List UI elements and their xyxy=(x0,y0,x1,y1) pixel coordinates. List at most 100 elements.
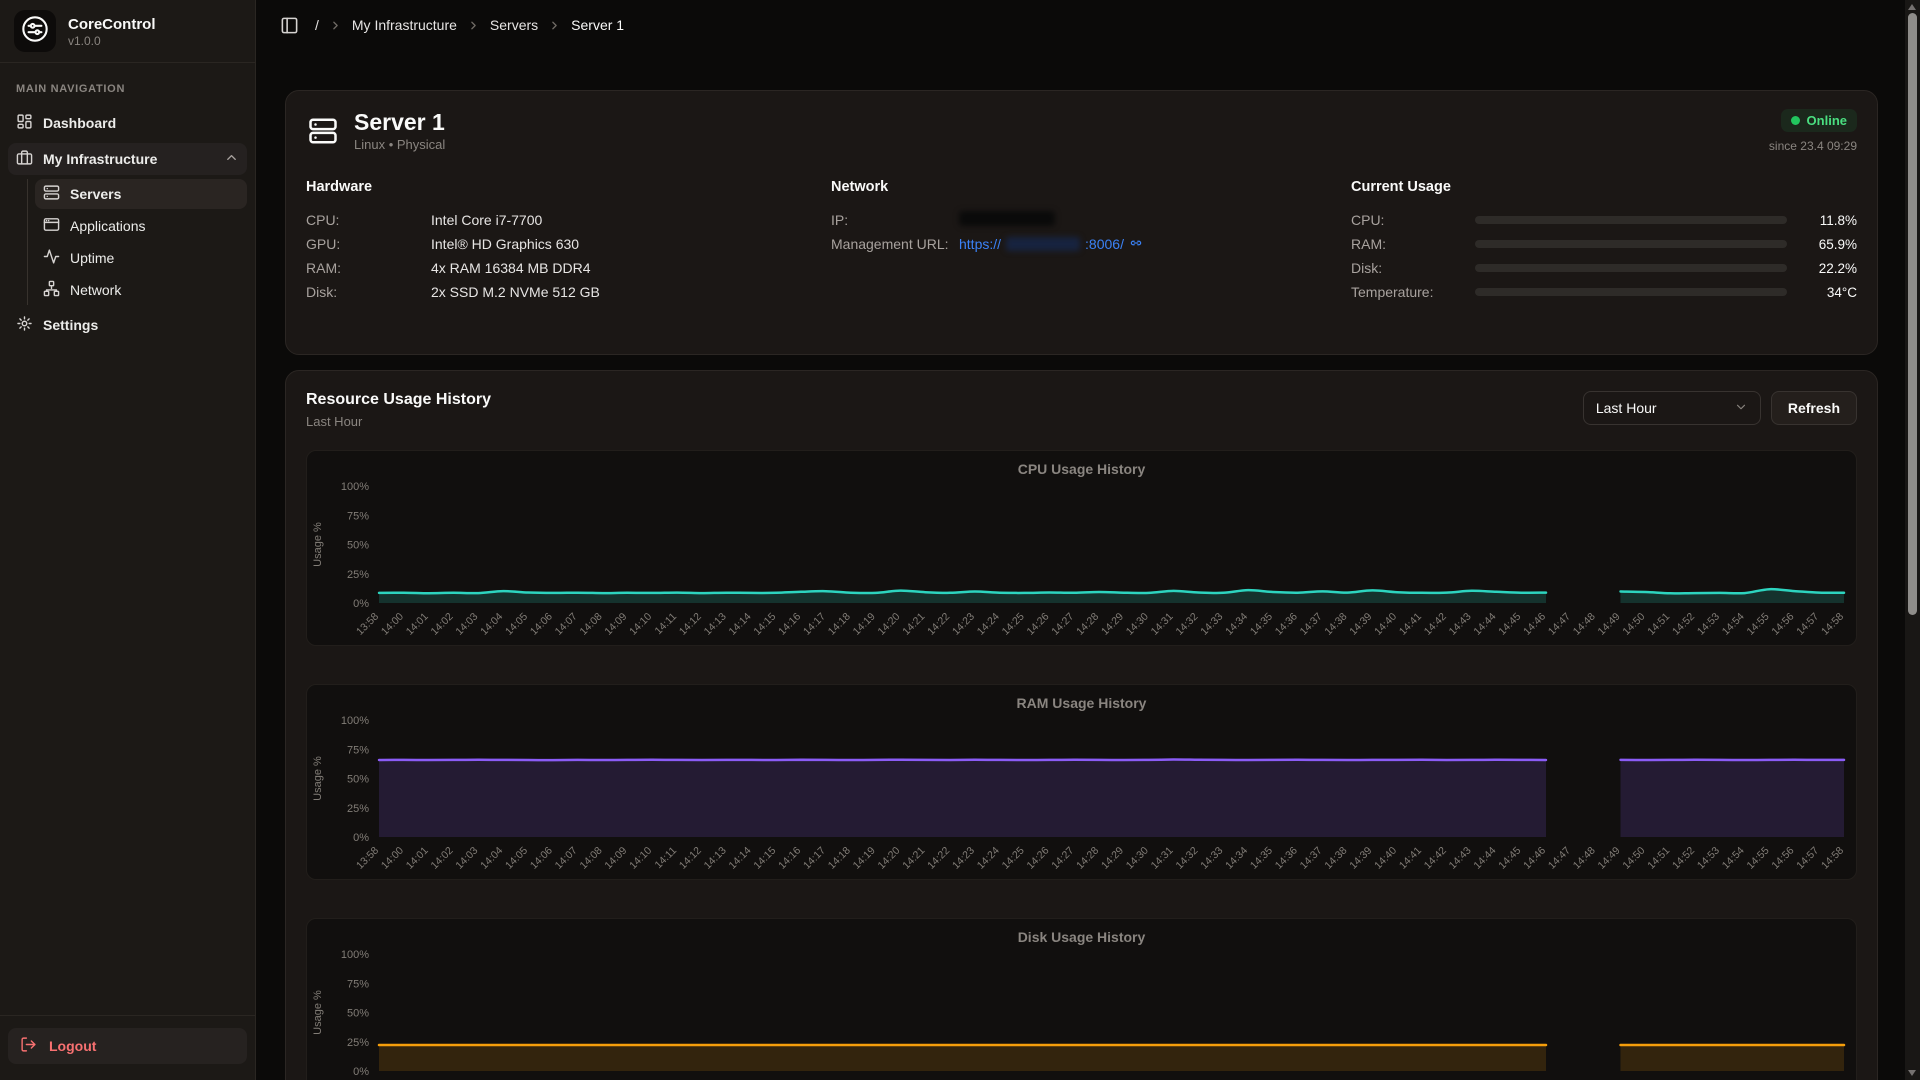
cpu-usage-chart-panel: CPU Usage History 100%75%50%25%0%Usage %… xyxy=(306,450,1857,646)
breadcrumb-server-1: Server 1 xyxy=(571,17,624,33)
svg-text:14:00: 14:00 xyxy=(379,611,406,638)
svg-text:14:35: 14:35 xyxy=(1248,611,1275,638)
hardware-title: Hardware xyxy=(306,179,831,195)
svg-text:25%: 25% xyxy=(347,569,369,581)
usage-label: RAM: xyxy=(1351,236,1463,252)
svg-text:14:39: 14:39 xyxy=(1347,611,1374,638)
svg-text:14:48: 14:48 xyxy=(1571,611,1598,638)
briefcase-icon xyxy=(16,149,33,169)
network-nodes-icon xyxy=(43,280,60,300)
sidebar-header: CoreControl v1.0.0 xyxy=(0,0,255,63)
scrollbar-thumb[interactable] xyxy=(1908,13,1917,615)
svg-text:14:58: 14:58 xyxy=(1819,845,1846,872)
usage-row-temperature: Temperature: 34°C xyxy=(1351,280,1857,304)
svg-text:14:26: 14:26 xyxy=(1024,611,1051,638)
svg-text:0%: 0% xyxy=(353,598,369,610)
sidebar-item-label: Servers xyxy=(70,186,121,202)
svg-text:14:56: 14:56 xyxy=(1769,611,1796,638)
svg-text:14:51: 14:51 xyxy=(1645,611,1672,638)
sidebar-item-my-infrastructure[interactable]: My Infrastructure xyxy=(8,143,247,175)
logout-button[interactable]: Logout xyxy=(8,1028,247,1064)
sidebar-footer: Logout xyxy=(0,1015,255,1080)
svg-text:14:46: 14:46 xyxy=(1521,845,1548,872)
svg-text:14:44: 14:44 xyxy=(1471,845,1498,872)
svg-text:14:05: 14:05 xyxy=(503,611,530,638)
panel-left-icon[interactable] xyxy=(280,16,299,35)
svg-text:14:47: 14:47 xyxy=(1546,845,1573,872)
sidebar-item-label: Uptime xyxy=(70,250,114,266)
redacted-ip-value xyxy=(959,211,1055,226)
svg-text:14:20: 14:20 xyxy=(875,845,902,872)
sidebar-item-servers[interactable]: Servers xyxy=(35,179,247,209)
sidebar-submenu-infrastructure: Servers Applications Uptime xyxy=(27,179,247,305)
kv-value: 2x SSD M.2 NVMe 512 GB xyxy=(431,284,831,300)
server-subtitle: Linux • Physical xyxy=(354,137,445,152)
breadcrumb-root[interactable]: / xyxy=(315,17,319,33)
scrollbar[interactable] xyxy=(1905,0,1920,1080)
svg-text:14:55: 14:55 xyxy=(1745,611,1772,638)
svg-text:14:25: 14:25 xyxy=(1000,611,1027,638)
sidebar-item-label: Applications xyxy=(70,218,146,234)
app-name: CoreControl xyxy=(68,15,156,34)
kv-label: GPU: xyxy=(306,236,431,252)
refresh-button[interactable]: Refresh xyxy=(1771,391,1857,425)
sidebar: CoreControl v1.0.0 MAIN NAVIGATION Dashb… xyxy=(0,0,256,1080)
cpu-progress-bar xyxy=(1475,216,1787,224)
svg-text:14:58: 14:58 xyxy=(1819,611,1846,638)
server-icon xyxy=(306,116,340,146)
disk-progress-bar xyxy=(1475,264,1787,272)
svg-text:14:54: 14:54 xyxy=(1720,845,1747,872)
svg-text:14:41: 14:41 xyxy=(1397,845,1424,872)
svg-text:14:11: 14:11 xyxy=(653,845,680,872)
status-badge: Online xyxy=(1781,109,1857,132)
chevron-up-icon xyxy=(224,150,239,168)
svg-text:14:34: 14:34 xyxy=(1223,611,1250,638)
svg-text:14:11: 14:11 xyxy=(653,611,680,638)
status-since: since 23.4 09:29 xyxy=(1769,139,1857,153)
svg-text:14:32: 14:32 xyxy=(1173,845,1200,872)
svg-text:14:27: 14:27 xyxy=(1049,611,1076,638)
svg-text:14:27: 14:27 xyxy=(1049,845,1076,872)
svg-text:25%: 25% xyxy=(347,803,369,815)
svg-text:14:31: 14:31 xyxy=(1149,611,1176,638)
scroll-up-arrow-icon[interactable] xyxy=(1908,4,1916,10)
server-header: Server 1 Linux • Physical Online since 2… xyxy=(306,109,1857,153)
link-icon[interactable] xyxy=(1129,236,1143,253)
svg-text:14:00: 14:00 xyxy=(379,845,406,872)
usage-label: CPU: xyxy=(1351,212,1463,228)
svg-text:14:10: 14:10 xyxy=(627,845,654,872)
management-url-link[interactable]: https://:8006/ xyxy=(959,236,1351,253)
svg-text:100%: 100% xyxy=(341,481,369,493)
svg-text:14:14: 14:14 xyxy=(727,611,754,638)
sidebar-item-dashboard[interactable]: Dashboard xyxy=(8,107,247,139)
svg-text:14:02: 14:02 xyxy=(429,611,456,638)
sidebar-item-uptime[interactable]: Uptime xyxy=(35,243,247,273)
time-range-select[interactable]: Last Hour xyxy=(1583,391,1761,425)
usage-value: 11.8% xyxy=(1799,213,1857,228)
sidebar-item-applications[interactable]: Applications xyxy=(35,211,247,241)
sidebar-item-settings[interactable]: Settings xyxy=(8,309,247,341)
svg-text:14:03: 14:03 xyxy=(453,611,480,638)
svg-text:14:01: 14:01 xyxy=(404,845,431,872)
time-range-value: Last Hour xyxy=(1596,400,1657,416)
svg-text:14:15: 14:15 xyxy=(751,845,778,872)
svg-text:14:49: 14:49 xyxy=(1596,845,1623,872)
scroll-down-arrow-icon[interactable] xyxy=(1908,1070,1916,1076)
svg-text:50%: 50% xyxy=(347,774,369,786)
svg-text:14:50: 14:50 xyxy=(1620,845,1647,872)
network-row-management-url: Management URL: https://:8006/ xyxy=(831,232,1351,256)
network-row-ip: IP: xyxy=(831,208,1351,232)
svg-text:14:24: 14:24 xyxy=(975,845,1002,872)
kv-label: RAM: xyxy=(306,260,431,276)
svg-text:14:04: 14:04 xyxy=(478,611,505,638)
history-subtitle: Last Hour xyxy=(306,414,491,429)
sidebar-item-network[interactable]: Network xyxy=(35,275,247,305)
svg-text:14:53: 14:53 xyxy=(1695,611,1722,638)
svg-text:14:10: 14:10 xyxy=(627,611,654,638)
svg-text:14:18: 14:18 xyxy=(826,611,853,638)
breadcrumb-servers[interactable]: Servers xyxy=(490,17,538,33)
breadcrumb-my-infrastructure[interactable]: My Infrastructure xyxy=(352,17,457,33)
svg-text:75%: 75% xyxy=(347,510,369,522)
sidebar-item-label: My Infrastructure xyxy=(43,151,157,167)
gear-icon xyxy=(16,315,33,335)
